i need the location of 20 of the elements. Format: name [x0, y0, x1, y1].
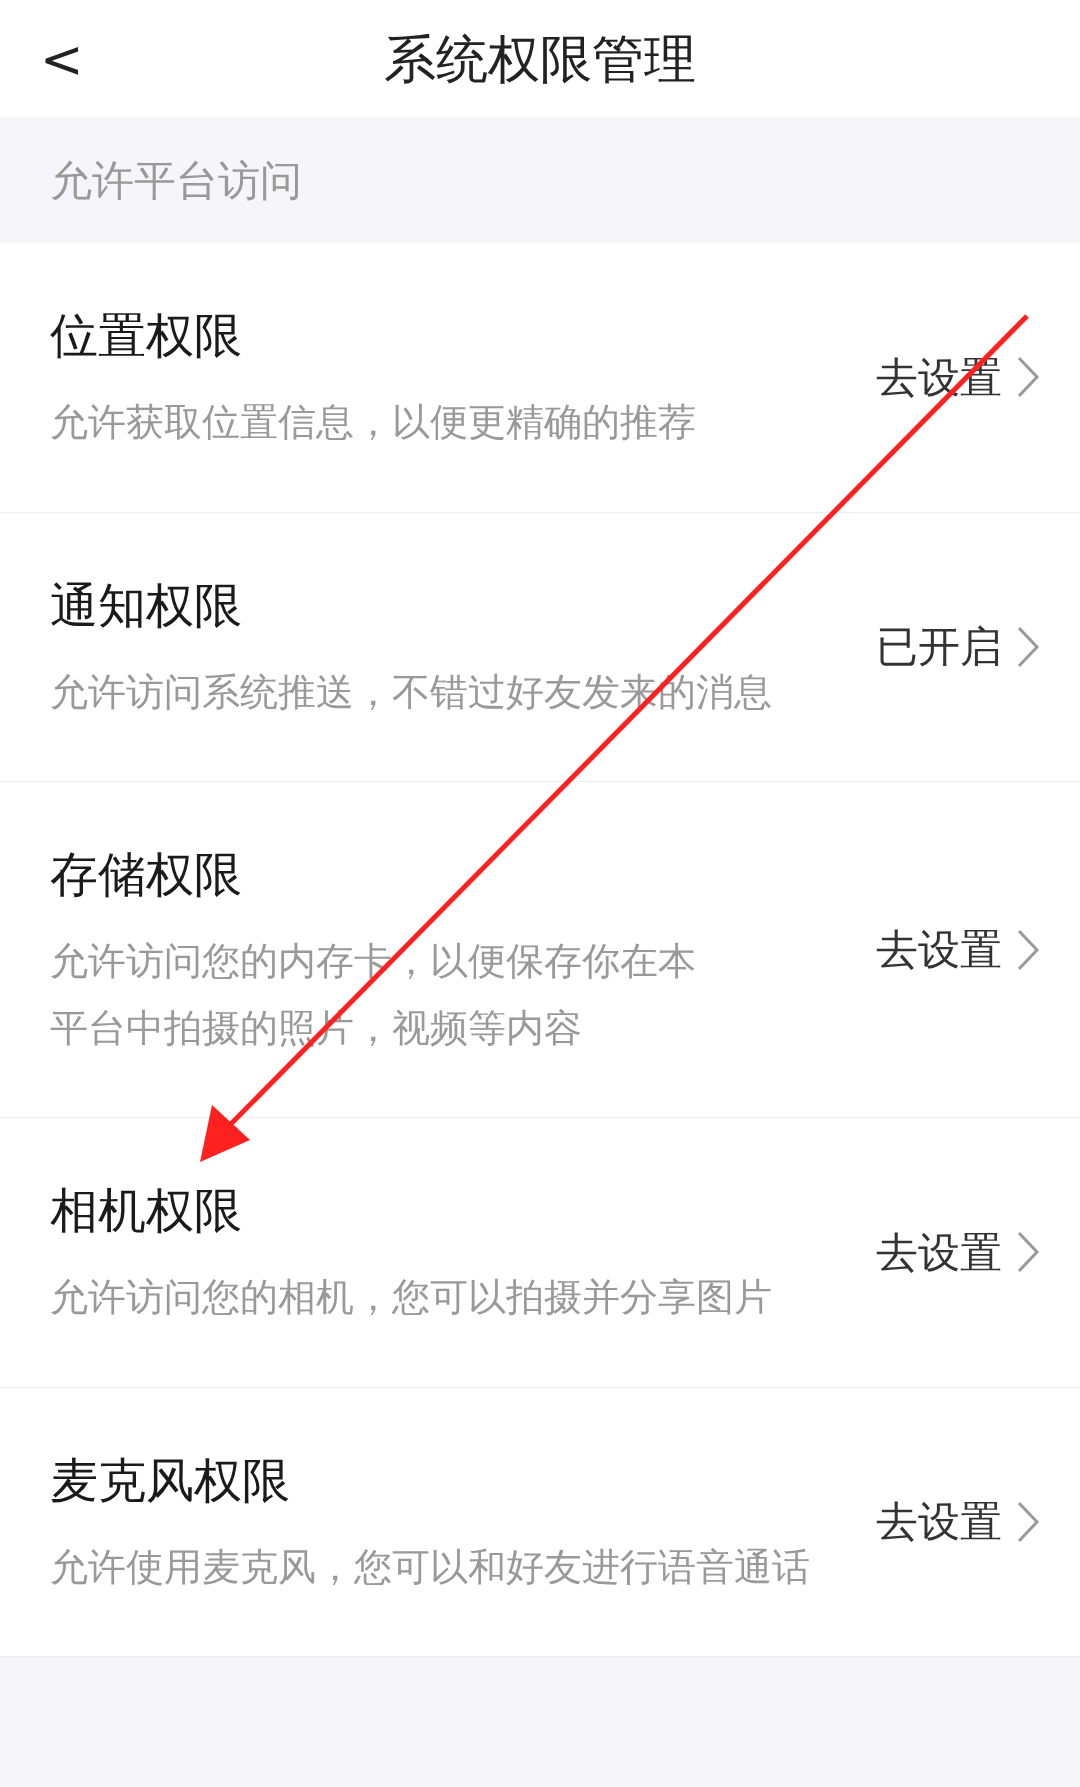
- permission-title: 相机权限: [50, 1181, 243, 1240]
- permission-title: 通知权限: [50, 575, 243, 635]
- permission-title: 麦克风权限: [50, 1450, 291, 1510]
- section-title: 允许平台访问: [50, 154, 302, 207]
- chevron-right-icon: [1016, 355, 1040, 400]
- permission-action-link[interactable]: 已开启: [876, 615, 1040, 679]
- back-button[interactable]: <: [40, 32, 84, 85]
- page-title: 系统权限管理: [384, 27, 696, 91]
- permission-description: 允许使用麦克风，您可以和好友进行语音通话: [50, 1543, 811, 1591]
- permission-action-link[interactable]: 去设置: [876, 918, 1040, 981]
- chevron-right-icon: [1016, 1230, 1040, 1275]
- chevron-right-icon: [1016, 1499, 1040, 1544]
- permission-action-link[interactable]: 去设置: [876, 1220, 1040, 1284]
- permission-description: 允许访问您的相机，您可以拍摄并分享图片: [50, 1274, 773, 1321]
- permission-description: 允许获取位置信息，以便更精确的推荐: [50, 399, 697, 446]
- permission-title: 位置权限: [50, 306, 243, 365]
- chevron-right-icon: [1016, 927, 1040, 972]
- chevron-right-icon: [1016, 624, 1040, 669]
- permission-title: 存储权限: [50, 845, 243, 904]
- permission-action-link[interactable]: 去设置: [876, 1490, 1040, 1554]
